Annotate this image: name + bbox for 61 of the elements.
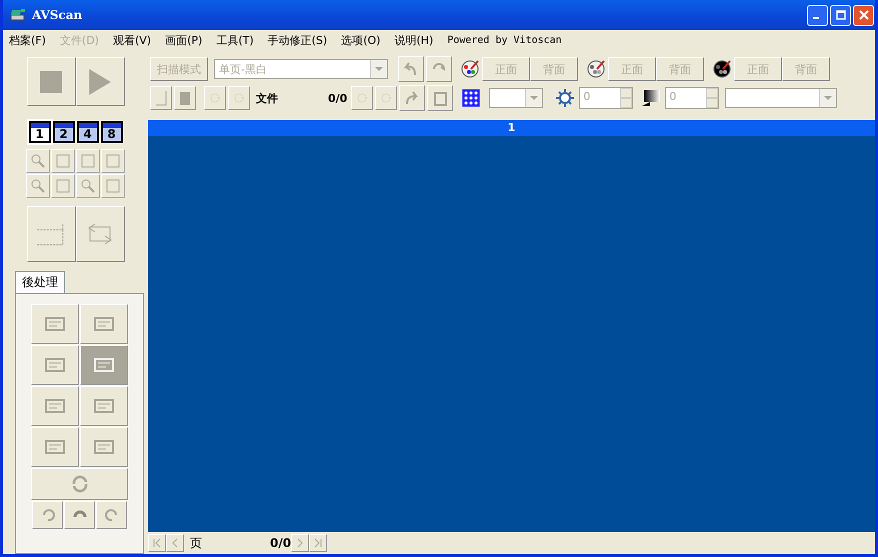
zoom-area-icon[interactable] [76, 174, 100, 198]
close-button[interactable] [853, 4, 874, 26]
page-count: 0/0 [270, 536, 292, 550]
view-tab[interactable]: 4 [76, 121, 98, 143]
stop-icon [40, 70, 62, 92]
last-page-button[interactable] [309, 534, 328, 552]
rotate-left-icon[interactable] [32, 501, 63, 529]
play-button[interactable] [76, 57, 124, 106]
first-page-icon [152, 538, 162, 548]
view-tab[interactable]: 8 [100, 121, 122, 143]
redo-icon[interactable] [426, 56, 452, 82]
last-page-icon [313, 538, 324, 548]
dropdown-arrow-icon [530, 96, 538, 100]
close-icon [858, 10, 868, 20]
view-tab[interactable]: 1 [28, 121, 50, 143]
zoom-out-icon[interactable] [26, 174, 50, 198]
window-title: AVScan [32, 8, 84, 22]
file-count: 0/0 [328, 92, 348, 104]
rotate-icon[interactable] [31, 468, 128, 500]
menu-item[interactable]: 手动修正(S) [268, 32, 328, 48]
brightness-icon [555, 88, 576, 108]
palette-icon [460, 59, 480, 79]
page-swap-icon[interactable] [76, 206, 124, 262]
next-page-button[interactable] [291, 534, 310, 552]
maximize-button[interactable] [830, 4, 851, 26]
menu-item[interactable]: 工具(T) [216, 32, 254, 48]
powered-by-text: Powered by Vitoscan [447, 34, 562, 46]
right-chevron-icon [295, 538, 306, 548]
pattern-select[interactable] [489, 88, 544, 108]
gradient-icon [641, 88, 662, 108]
play-icon [89, 68, 111, 94]
page-edge-icon[interactable] [26, 206, 76, 262]
menu-item[interactable]: 档案(F) [9, 32, 46, 48]
maximize-icon [836, 10, 846, 20]
minimize-button[interactable] [807, 4, 828, 26]
left-chevron-icon [170, 538, 180, 548]
page-label: 页 [190, 534, 203, 552]
menu-item[interactable]: 选项(O) [341, 32, 380, 48]
minimize-icon [813, 17, 819, 19]
document-icon[interactable] [427, 85, 454, 111]
page-header: 1 [148, 120, 875, 136]
first-page-button[interactable] [148, 534, 166, 552]
scanner-icon [10, 7, 26, 23]
menu-item[interactable]: 画面(P) [165, 32, 202, 48]
menu-item[interactable]: 观看(V) [112, 32, 152, 48]
menu-item[interactable]: 说明(H) [394, 32, 434, 48]
zoom-in-icon[interactable] [26, 149, 50, 173]
stop-button[interactable] [26, 57, 76, 106]
page-icon[interactable] [150, 86, 172, 110]
dropdown-arrow-icon [824, 96, 832, 100]
undo-icon[interactable] [398, 56, 424, 82]
dropdown-arrow-icon [375, 67, 383, 71]
prev-page-button[interactable] [166, 534, 184, 552]
view-tab[interactable]: 2 [52, 121, 74, 143]
rotate-right-icon[interactable] [96, 501, 127, 529]
option-select[interactable] [725, 88, 838, 108]
file-label: 文件 [256, 90, 279, 106]
dot-pattern-icon [461, 88, 482, 108]
post-process-tab[interactable]: 後处理 [15, 271, 65, 293]
palette-icon [586, 59, 606, 79]
contrast-palette-icon [712, 59, 732, 79]
